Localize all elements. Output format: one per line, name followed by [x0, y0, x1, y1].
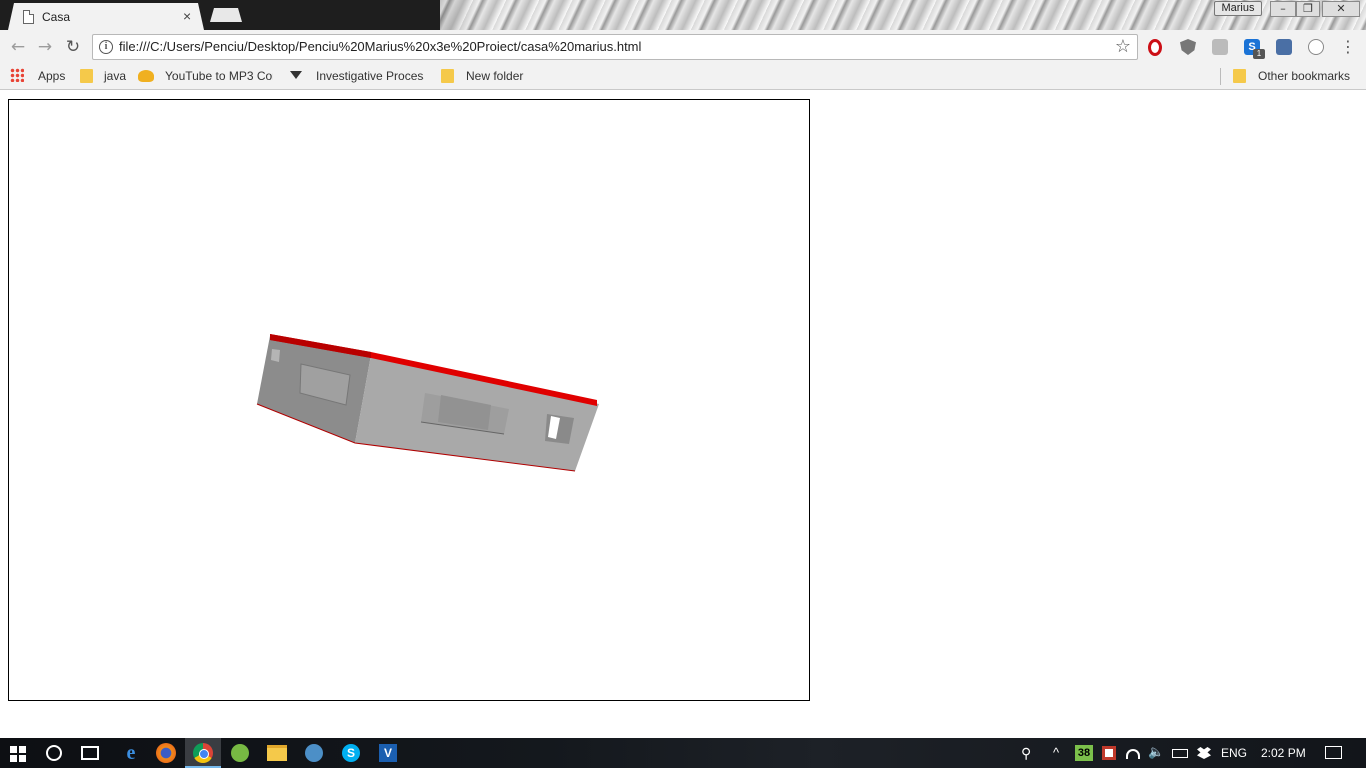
dropdown-icon: [290, 71, 302, 79]
bookmark-new-folder[interactable]: New folder: [466, 69, 523, 83]
document-icon: [23, 10, 34, 24]
folder-icon: [80, 69, 93, 83]
task-view-icon[interactable]: [81, 746, 99, 760]
extension-badge: 1: [1253, 49, 1265, 59]
show-hidden-icons-chevron-icon[interactable]: ^: [1053, 738, 1059, 768]
bookmark-youtube-mp3[interactable]: YouTube to MP3 Cor: [165, 69, 273, 83]
tab-close-icon[interactable]: ×: [183, 8, 191, 24]
title-bar: Casa × Marius – ❐ ✕: [0, 0, 1366, 30]
puzzle-icon[interactable]: [1276, 39, 1292, 55]
minimize-button[interactable]: –: [1270, 1, 1296, 17]
bookmark-apps[interactable]: Apps: [38, 69, 65, 83]
reload-icon[interactable]: ↻: [63, 37, 83, 57]
folder-icon: [441, 69, 454, 83]
skype-icon[interactable]: S: [342, 744, 360, 762]
back-arrow-icon[interactable]: ←: [8, 37, 28, 57]
browser-toolbar: ← → ↻ i file:///C:/Users/Penciu/Desktop/…: [0, 30, 1366, 63]
start-icon[interactable]: [10, 746, 26, 762]
house-small-window: [271, 349, 280, 362]
bookmark-star-icon[interactable]: ☆: [1115, 36, 1131, 57]
language-indicator[interactable]: ENG: [1221, 738, 1247, 768]
info-icon[interactable]: i: [99, 40, 113, 54]
windows-taskbar: e S V ⚲ ^ 38 🔈 ENG 2:02 PM: [0, 738, 1366, 768]
volume-icon[interactable]: 🔈: [1148, 738, 1164, 768]
shield-icon[interactable]: [1180, 39, 1196, 55]
chrome-icon[interactable]: [193, 743, 213, 763]
vs-code-icon[interactable]: V: [379, 744, 397, 762]
webgl-canvas[interactable]: [8, 99, 810, 701]
battery-icon[interactable]: [1172, 749, 1188, 758]
app-icon[interactable]: [305, 744, 323, 762]
bookmark-java[interactable]: java: [104, 69, 126, 83]
clock[interactable]: 2:02 PM: [1261, 738, 1306, 768]
wifi-icon[interactable]: [1126, 749, 1140, 759]
bookmark-investigative-process[interactable]: Investigative Process: [316, 69, 424, 83]
profile-button[interactable]: Marius: [1214, 1, 1262, 16]
file-explorer-icon[interactable]: [267, 745, 287, 761]
tab-casa[interactable]: Casa ×: [8, 3, 204, 30]
restore-button[interactable]: ❐: [1296, 1, 1320, 17]
bug-icon[interactable]: [1308, 39, 1324, 55]
people-icon[interactable]: ⚲: [1021, 738, 1031, 768]
folder-icon: [1233, 69, 1246, 83]
opera-icon[interactable]: [1148, 39, 1162, 56]
forward-arrow-icon[interactable]: →: [35, 37, 55, 57]
firefox-icon[interactable]: [156, 743, 176, 763]
bookmarks-bar: Apps java YouTube to MP3 Cor Investigati…: [0, 63, 1366, 90]
youtube-mp3-icon: [138, 70, 154, 82]
page-content: [0, 91, 1366, 738]
action-center-icon[interactable]: [1325, 746, 1342, 759]
edge-icon[interactable]: e: [120, 742, 142, 764]
utorrent-icon[interactable]: [231, 744, 249, 762]
tray-count-badge[interactable]: 38: [1075, 745, 1093, 761]
tab-title: Casa: [42, 10, 71, 24]
new-tab-button[interactable]: [210, 8, 242, 22]
address-bar[interactable]: i file:///C:/Users/Penciu/Desktop/Penciu…: [92, 34, 1138, 60]
pdf-icon[interactable]: [1212, 39, 1228, 55]
close-window-button[interactable]: ✕: [1322, 1, 1360, 17]
url-text[interactable]: file:///C:/Users/Penciu/Desktop/Penciu%2…: [119, 39, 641, 54]
bookmarks-separator: [1220, 68, 1221, 85]
cortana-icon[interactable]: [46, 745, 62, 761]
apps-grid-icon: [10, 68, 24, 82]
dropbox-icon[interactable]: [1197, 747, 1211, 759]
tray-app-icon[interactable]: [1102, 746, 1116, 760]
menu-icon[interactable]: ⋮: [1340, 37, 1356, 57]
house-3d-scene: [256, 334, 599, 472]
bookmark-other-bookmarks[interactable]: Other bookmarks: [1258, 69, 1350, 83]
